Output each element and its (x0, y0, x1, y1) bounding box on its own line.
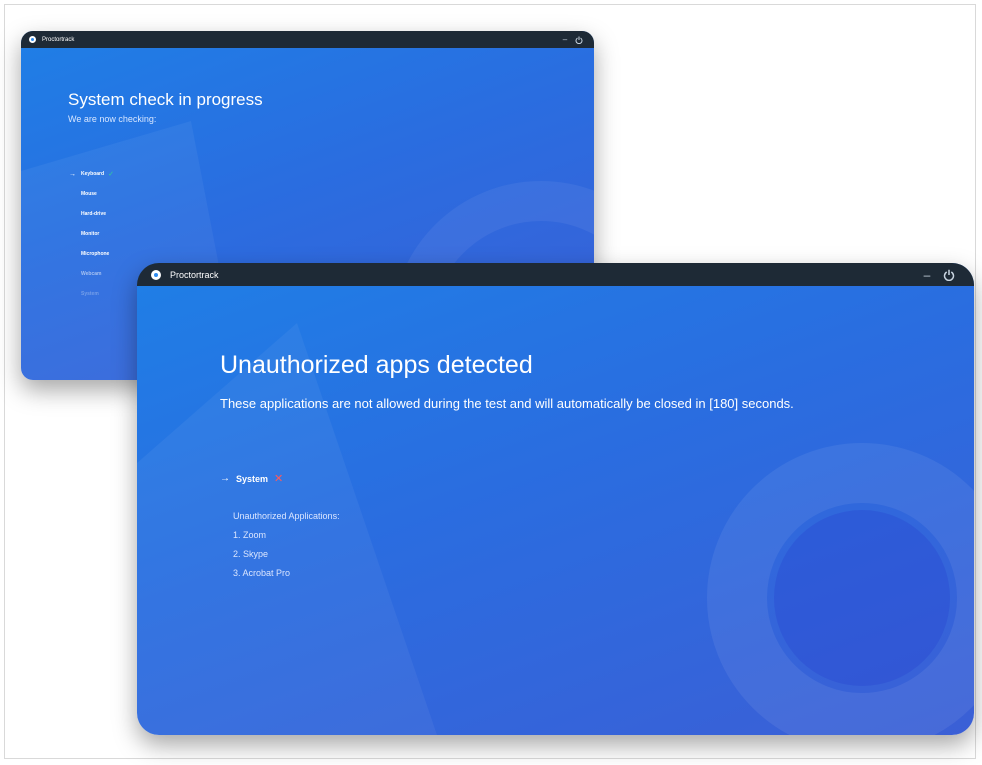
unauthorized-apps-list: Unauthorized Applications: 1. Zoom 2. Sk… (233, 511, 340, 587)
check-item-label: Monitor (81, 231, 100, 237)
arrow-icon: → (220, 473, 230, 484)
check-item-hard-drive: Hard-drive (69, 204, 114, 224)
current-check-item: → System ✕ (220, 472, 283, 485)
check-item-label: Mouse (81, 191, 97, 197)
check-list: → Keyboard ✓ Mouse Hard-drive Monitor Mi… (69, 164, 114, 304)
decorative-shapes (137, 323, 974, 735)
list-item: 1. Zoom (233, 530, 267, 540)
minimize-button[interactable]: – (558, 35, 572, 44)
proctortrack-logo-icon (151, 269, 161, 280)
app-title: Proctortrack (42, 36, 75, 43)
check-item-label: Webcam (81, 271, 102, 277)
current-check-label: System (236, 473, 269, 484)
check-item-system: System (69, 284, 114, 304)
page-title: System check in progress (68, 90, 263, 109)
power-button[interactable] (938, 269, 960, 281)
page-subtitle: These applications are not allowed durin… (220, 396, 794, 411)
check-item-keyboard: → Keyboard ✓ (69, 164, 114, 184)
window-controls: – (558, 35, 586, 44)
apps-list-title: Unauthorized Applications: (233, 511, 340, 521)
page-subtitle: We are now checking: (68, 114, 157, 124)
page-title: Unauthorized apps detected (220, 351, 533, 379)
list-item: 3. Acrobat Pro (233, 568, 291, 578)
check-item-label: System (81, 291, 99, 297)
proctortrack-logo-icon (29, 36, 36, 43)
window-controls: – (916, 268, 960, 282)
app-title: Proctortrack (170, 269, 219, 280)
check-item-label: Microphone (81, 251, 110, 257)
minimize-button[interactable]: – (916, 268, 938, 282)
arrow-icon: → (69, 170, 76, 178)
check-item-label: Hard-drive (81, 211, 107, 217)
power-icon (575, 36, 583, 44)
checkmark-icon: ✓ (108, 171, 114, 178)
check-item-webcam: Webcam (69, 264, 114, 284)
power-icon (943, 269, 955, 281)
power-button[interactable] (572, 36, 586, 44)
check-item-mouse: Mouse (69, 184, 114, 204)
check-item-microphone: Microphone (69, 244, 114, 264)
check-item-monitor: Monitor (69, 224, 114, 244)
check-item-label: Keyboard (81, 171, 105, 177)
error-x-icon: ✕ (274, 473, 284, 485)
unauthorized-apps-window: Proctortrack – Unauthorized apps detecte… (137, 263, 974, 735)
list-item: 2. Skype (233, 549, 269, 559)
titlebar: Proctortrack – (137, 263, 974, 286)
titlebar: Proctortrack – (21, 31, 594, 48)
